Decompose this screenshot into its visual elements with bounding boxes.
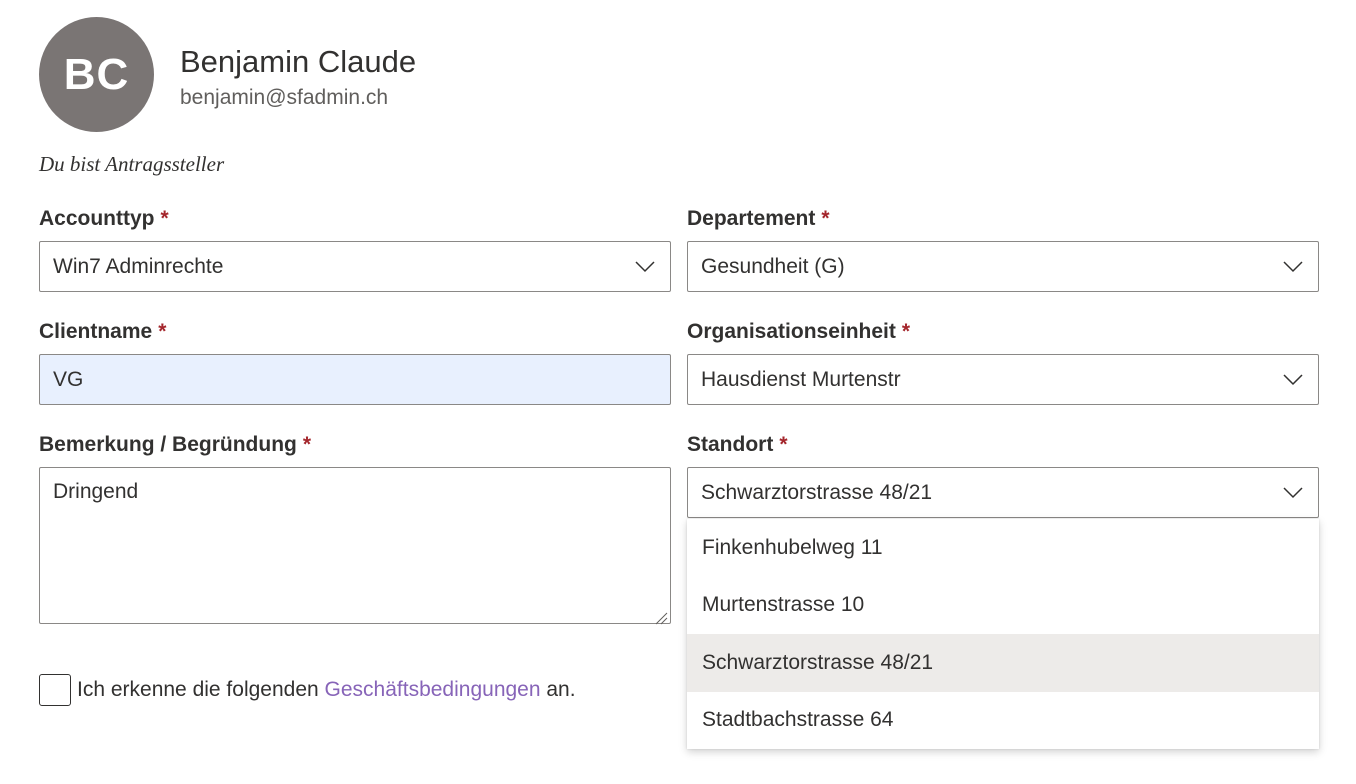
- required-marker: *: [901, 320, 911, 343]
- standort-label: Standort *: [687, 433, 788, 456]
- bemerkung-value: Dringend: [53, 480, 139, 503]
- chevron-down-icon: [1282, 256, 1304, 278]
- organisationseinheit-value: Hausdienst Murtenstr: [701, 367, 901, 391]
- terms-text: Ich erkenne die folgenden Geschäftsbedin…: [77, 678, 576, 701]
- clientname-label: Clientname *: [39, 320, 167, 343]
- resize-grip-icon[interactable]: [654, 607, 668, 625]
- required-marker: *: [160, 207, 169, 230]
- required-marker: *: [821, 207, 830, 230]
- required-marker: *: [779, 433, 788, 456]
- required-marker: *: [302, 433, 312, 456]
- role-note: Du bist Antragssteller: [39, 152, 225, 176]
- clientname-value: VG: [53, 367, 84, 391]
- standort-option[interactable]: Finkenhubelweg 11: [687, 519, 1319, 577]
- avatar-initials: BC: [63, 49, 130, 99]
- organisationseinheit-label: Organisationseinheit *: [687, 320, 911, 343]
- terms-link[interactable]: Geschäftsbedingungen: [325, 678, 541, 701]
- bemerkung-label: Bemerkung / Begründung *: [39, 433, 312, 456]
- user-email: benjamin@sfadmin.ch: [180, 86, 389, 109]
- clientname-input[interactable]: VG: [39, 354, 671, 405]
- standort-option-selected[interactable]: Schwarztorstrasse 48/21: [687, 634, 1319, 692]
- terms-checkbox[interactable]: [39, 674, 71, 706]
- departement-value: Gesundheit (G): [701, 254, 845, 278]
- chevron-down-icon: [1282, 482, 1304, 504]
- user-name: Benjamin Claude: [180, 44, 417, 79]
- departement-label: Departement *: [687, 207, 830, 230]
- standort-dropdown[interactable]: Schwarztorstrasse 48/21: [687, 467, 1319, 518]
- standort-option[interactable]: Murtenstrasse 10: [687, 577, 1319, 635]
- organisationseinheit-dropdown[interactable]: Hausdienst Murtenstr: [687, 354, 1319, 405]
- standort-value: Schwarztorstrasse 48/21: [701, 480, 933, 504]
- chevron-down-icon: [1282, 369, 1304, 391]
- chevron-down-icon: [634, 256, 656, 278]
- accounttyp-value: Win7 Adminrechte: [53, 254, 224, 278]
- bemerkung-textarea[interactable]: Dringend: [39, 467, 671, 625]
- departement-dropdown[interactable]: Gesundheit (G): [687, 241, 1319, 292]
- accounttyp-dropdown[interactable]: Win7 Adminrechte: [39, 241, 671, 292]
- standort-option[interactable]: Stadtbachstrasse 64: [687, 692, 1319, 750]
- required-marker: *: [158, 320, 167, 343]
- accounttyp-label: Accounttyp *: [39, 207, 169, 230]
- standort-options-list: Finkenhubelweg 11 Murtenstrasse 10 Schwa…: [687, 519, 1319, 749]
- user-avatar: BC: [39, 17, 154, 132]
